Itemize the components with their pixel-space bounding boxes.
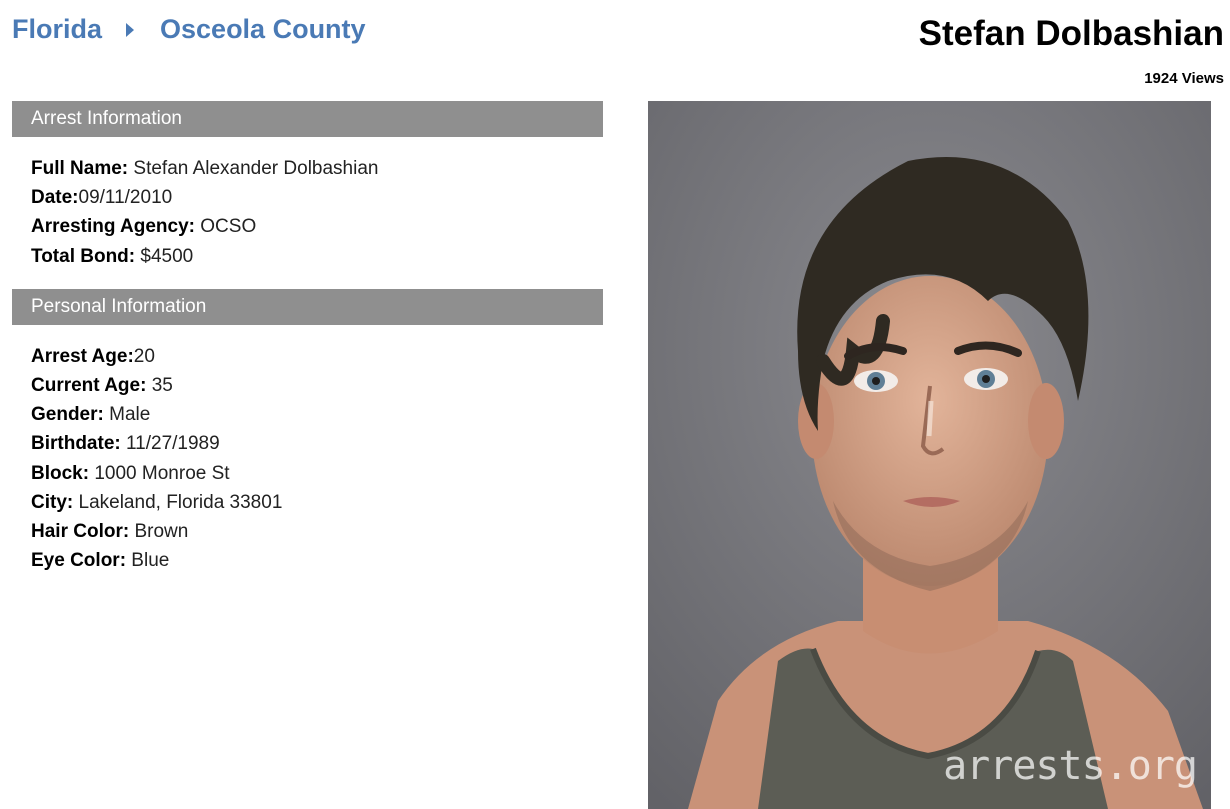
breadcrumb-state-link[interactable]: Florida xyxy=(12,14,102,45)
mugshot-photo[interactable]: arrests.org xyxy=(648,101,1211,809)
field-value: $4500 xyxy=(135,245,194,267)
field-label: Arresting Agency: xyxy=(31,216,195,238)
field-value: Male xyxy=(103,404,151,426)
field-gender: Gender: Male xyxy=(31,400,603,429)
field-label: Hair Color: xyxy=(31,520,130,542)
mugshot-illustration xyxy=(648,101,1211,809)
field-value: Blue xyxy=(126,550,170,572)
arrest-information-section: Arrest Information Full Name: Stefan Ale… xyxy=(12,101,603,271)
page: Florida Osceola County Stefan Dolbashian… xyxy=(0,0,1230,809)
field-label: Arrest Age: xyxy=(31,345,134,367)
field-date: Date:09/11/2010 xyxy=(31,183,603,212)
info-column: Arrest Information Full Name: Stefan Ale… xyxy=(12,101,603,575)
field-city: City: Lakeland, Florida 33801 xyxy=(31,488,603,517)
field-value: 1000 Monroe St xyxy=(89,462,230,484)
field-hair-color: Hair Color: Brown xyxy=(31,517,603,546)
field-value: 20 xyxy=(133,345,155,367)
field-value: OCSO xyxy=(195,216,257,238)
field-value: Brown xyxy=(129,520,189,542)
breadcrumb-county-link[interactable]: Osceola County xyxy=(160,14,366,45)
arrest-information-list: Full Name: Stefan Alexander Dolbashian D… xyxy=(12,137,603,271)
breadcrumb: Florida Osceola County xyxy=(12,14,366,45)
field-label: Full Name: xyxy=(31,158,129,179)
field-arresting-agency: Arresting Agency: OCSO xyxy=(31,212,603,241)
page-title: Stefan Dolbashian xyxy=(918,14,1224,53)
personal-information-list: Arrest Age:20 Current Age: 35 Gender: Ma… xyxy=(12,325,603,576)
view-count: 1924 Views xyxy=(1144,70,1224,87)
watermark-text: arrests.org xyxy=(943,743,1198,789)
field-current-age: Current Age: 35 xyxy=(31,371,603,400)
field-label: Total Bond: xyxy=(31,245,136,267)
personal-information-section: Personal Information Arrest Age:20 Curre… xyxy=(12,288,603,576)
field-value: 35 xyxy=(146,374,173,396)
field-block: Block: 1000 Monroe St xyxy=(31,459,603,488)
field-label: Eye Color: xyxy=(31,550,127,572)
personal-information-header: Personal Information xyxy=(12,288,603,325)
field-full-name: Full Name: Stefan Alexander Dolbashian xyxy=(31,154,603,183)
field-label: City: xyxy=(31,491,74,513)
field-label: Birthdate: xyxy=(31,433,121,455)
field-label: Date: xyxy=(31,187,79,209)
field-label: Current Age: xyxy=(31,374,147,396)
field-birthdate: Birthdate: 11/27/1989 xyxy=(31,429,603,458)
field-value: 09/11/2010 xyxy=(78,187,173,209)
caret-right-icon xyxy=(126,22,135,37)
field-total-bond: Total Bond: $4500 xyxy=(31,242,603,271)
arrest-information-header: Arrest Information xyxy=(12,101,603,137)
field-eye-color: Eye Color: Blue xyxy=(31,546,603,575)
field-label: Block: xyxy=(31,462,90,484)
field-value: Lakeland, Florida 33801 xyxy=(73,491,283,513)
field-label: Gender: xyxy=(31,404,104,426)
field-value: Stefan Alexander Dolbashian xyxy=(128,158,379,179)
field-value: 11/27/1989 xyxy=(120,433,220,455)
field-arrest-age: Arrest Age:20 xyxy=(31,342,603,371)
